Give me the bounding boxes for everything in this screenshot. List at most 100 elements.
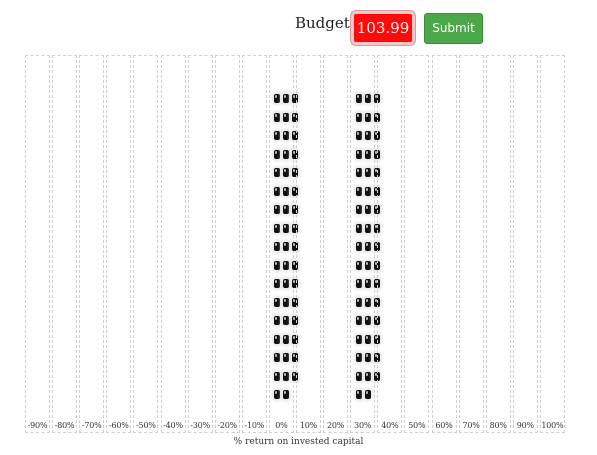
token-icon[interactable] xyxy=(283,149,290,159)
bin-column-neg10pct[interactable]: -10% xyxy=(241,55,267,433)
token-icon[interactable] xyxy=(355,279,362,288)
bin-column-50pct[interactable]: 50% xyxy=(404,55,430,433)
token-icon[interactable] xyxy=(283,279,290,288)
token-icon[interactable] xyxy=(283,260,290,270)
bin-column-neg50pct[interactable]: -50% xyxy=(133,55,159,433)
token-icon[interactable] xyxy=(283,242,290,251)
token-icon[interactable] xyxy=(274,297,281,307)
x-tick-label: 100% xyxy=(541,421,564,430)
token-icon[interactable] xyxy=(274,279,281,288)
token-icon[interactable] xyxy=(274,390,281,399)
token-icon[interactable] xyxy=(355,112,362,122)
token-icon[interactable] xyxy=(364,390,371,399)
token-icon[interactable] xyxy=(274,149,281,159)
token-icon[interactable] xyxy=(364,168,371,177)
token-icon[interactable] xyxy=(364,242,371,251)
bin-column-100pct[interactable]: 100% xyxy=(539,55,565,433)
x-tick-label: -60% xyxy=(108,421,129,430)
token-icon[interactable] xyxy=(283,371,290,381)
token-icon[interactable] xyxy=(355,131,362,140)
token-icon[interactable] xyxy=(364,223,371,233)
token-icon[interactable] xyxy=(355,316,362,325)
bin-column-40pct[interactable]: 40% xyxy=(377,55,403,433)
token-icon[interactable] xyxy=(274,353,281,362)
bin-column-neg60pct[interactable]: -60% xyxy=(106,55,132,433)
token-icon[interactable] xyxy=(274,334,281,344)
token-icon[interactable] xyxy=(355,223,362,233)
token-icon[interactable] xyxy=(274,316,281,325)
token-icon[interactable] xyxy=(364,334,371,344)
token-icon[interactable] xyxy=(274,260,281,270)
bin-column-neg90pct[interactable]: -90% xyxy=(25,55,50,433)
token-icon[interactable] xyxy=(283,353,290,362)
x-tick-label: 10% xyxy=(299,421,318,430)
bin-column-90pct[interactable]: 90% xyxy=(512,55,538,433)
token-icon[interactable] xyxy=(355,186,362,196)
token-icon[interactable] xyxy=(283,131,290,140)
token-icon[interactable] xyxy=(283,223,290,233)
x-tick-label: 50% xyxy=(408,421,426,430)
token-icon[interactable] xyxy=(283,316,290,325)
token-icon[interactable] xyxy=(364,297,371,307)
bin-column-20pct[interactable]: 20% xyxy=(323,55,349,433)
x-tick-label: 80% xyxy=(489,421,507,430)
token-icon[interactable] xyxy=(355,168,362,177)
token-icon[interactable] xyxy=(274,371,281,381)
token-icon[interactable] xyxy=(274,186,281,196)
bin-column-80pct[interactable]: 80% xyxy=(485,55,511,433)
token-icon[interactable] xyxy=(364,94,371,103)
page: Budget: 103.99 Submit -90% -80% -70% -60% -5… xyxy=(0,0,597,455)
token-icon[interactable] xyxy=(355,205,362,214)
token-icon[interactable] xyxy=(283,112,290,122)
bin-column-neg40pct[interactable]: -40% xyxy=(160,55,186,433)
token-icon[interactable] xyxy=(274,223,281,233)
token-icon[interactable] xyxy=(283,390,290,399)
token-icon[interactable] xyxy=(274,242,281,251)
x-tick-label: 40% xyxy=(381,421,399,430)
token-icon[interactable] xyxy=(283,94,290,103)
bin-column-neg30pct[interactable]: -30% xyxy=(187,55,213,433)
token-icon[interactable] xyxy=(364,353,371,362)
x-tick-label: -20% xyxy=(217,421,238,430)
token-icon[interactable] xyxy=(364,186,371,196)
token-icon[interactable] xyxy=(355,390,362,399)
x-tick-label: 0% xyxy=(275,421,288,430)
x-tick-label: -10% xyxy=(244,421,265,430)
token-icon[interactable] xyxy=(355,353,362,362)
token-icon[interactable] xyxy=(364,131,371,140)
x-tick-label: -70% xyxy=(81,421,102,430)
submit-button[interactable]: Submit xyxy=(424,13,483,44)
bin-column-neg70pct[interactable]: -70% xyxy=(79,55,105,433)
token-icon[interactable] xyxy=(355,297,362,307)
token-icon[interactable] xyxy=(274,205,281,214)
token-icon[interactable] xyxy=(364,260,371,270)
token-icon[interactable] xyxy=(283,205,290,214)
bin-column-10pct[interactable]: 10% xyxy=(296,55,321,433)
bin-column-60pct[interactable]: 60% xyxy=(431,55,457,433)
token-icon[interactable] xyxy=(355,149,362,159)
token-icon[interactable] xyxy=(274,131,281,140)
token-icon[interactable] xyxy=(355,242,362,251)
bin-column-70pct[interactable]: 70% xyxy=(458,55,484,433)
token-icon[interactable] xyxy=(283,186,290,196)
bin-column-neg20pct[interactable]: -20% xyxy=(214,55,240,433)
token-icon[interactable] xyxy=(364,279,371,288)
token-icon[interactable] xyxy=(355,260,362,270)
token-icon[interactable] xyxy=(283,168,290,177)
token-icon[interactable] xyxy=(355,94,362,103)
x-tick-label: -30% xyxy=(190,421,210,430)
token-icon[interactable] xyxy=(364,149,371,159)
token-icon[interactable] xyxy=(364,205,371,214)
token-icon[interactable] xyxy=(355,334,362,344)
token-icon[interactable] xyxy=(274,112,281,122)
token-icon[interactable] xyxy=(364,316,371,325)
budget-label: Budget: xyxy=(295,14,355,32)
bin-column-neg80pct[interactable]: -80% xyxy=(52,55,78,433)
token-icon[interactable] xyxy=(283,334,290,344)
token-icon[interactable] xyxy=(274,168,281,177)
token-icon[interactable] xyxy=(355,371,362,381)
token-icon[interactable] xyxy=(283,297,290,307)
token-icon[interactable] xyxy=(364,371,371,381)
token-icon[interactable] xyxy=(364,112,371,122)
token-icon[interactable] xyxy=(274,94,281,103)
